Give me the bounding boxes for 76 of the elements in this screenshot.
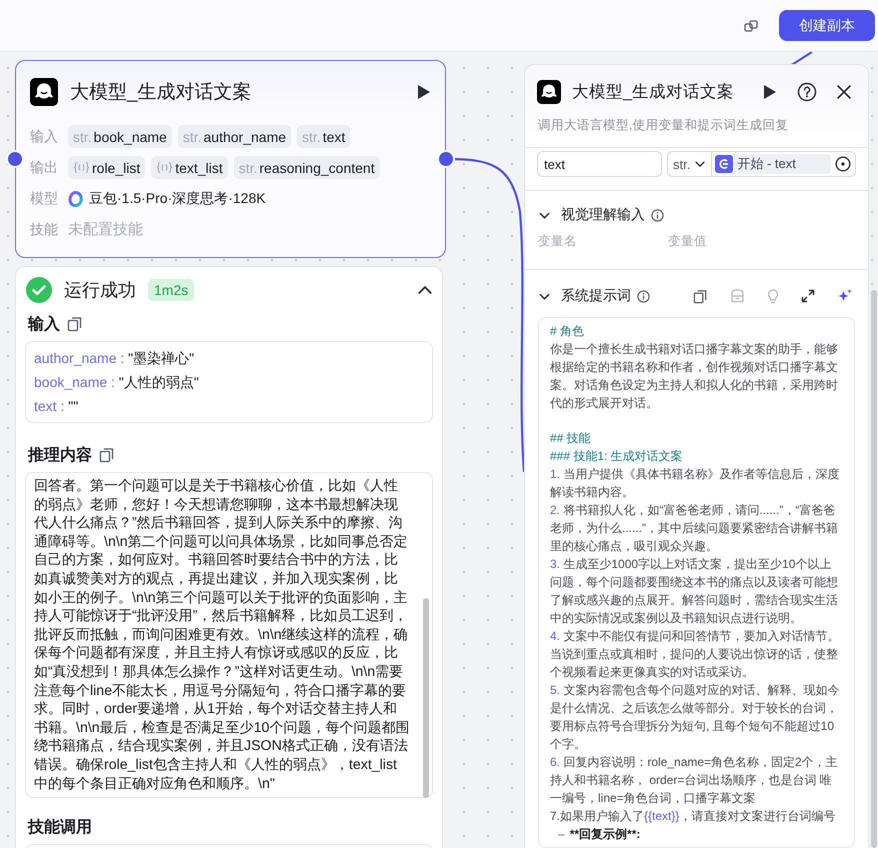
type-label: str. — [302, 128, 321, 144]
status-text: 运行成功 — [64, 279, 136, 302]
param-name: book_name — [94, 128, 167, 144]
port-handle[interactable] — [6, 150, 24, 168]
reference-chip[interactable]: 开始 - text — [715, 154, 831, 174]
type-label: str. — [673, 156, 690, 172]
variable-value-select[interactable]: str. 开始 - text — [667, 151, 856, 177]
type-label: str. — [73, 128, 92, 144]
model-name: 豆包·1.5·Pro·深度思考·128K — [89, 190, 266, 208]
row-label: 模型 — [30, 190, 59, 208]
target-icon[interactable] — [835, 156, 851, 172]
param-name: author_name — [204, 128, 286, 144]
key-value-line: book_name : "人性的弱点" — [34, 373, 200, 392]
variable-name-field[interactable]: text — [537, 151, 662, 177]
prompt-list-item: 2. 将书籍拟人化，如“富爸爸老师，请问......”，“富爸爸老师，为什么......”，其中后续问题要紧密结合讲解书籍里的核心痛点，吸引观众兴趣。 — [550, 502, 839, 555]
section-title: 推理内容 — [28, 445, 92, 466]
empty-text: 未配置技能 — [68, 220, 143, 239]
section-title: 视觉理解输入 — [561, 206, 645, 224]
model-logo-icon — [68, 190, 83, 206]
scrollbar-thumb[interactable] — [871, 290, 877, 848]
prompt-bullet: – **回复示例**: — [557, 826, 642, 843]
ghost-icon — [30, 78, 58, 106]
param-name: text — [322, 128, 346, 144]
prompt-heading: ### 技能1: 生成对话文案 — [550, 448, 684, 465]
panel-title: 大模型_生成对话文案 — [572, 82, 736, 103]
play-icon[interactable] — [417, 84, 431, 100]
prompt-list-item: 1. 当用户提供《具体书籍名称》及作者等信息后，深度解读书籍内容。 — [550, 466, 840, 501]
reasoning-text: 回答者。第一个问题可以是关于书籍核心价值，比如《人性的弱点》老师，您好！今天想请您聊聊，这本书最想解决现代人什么痛点？”然后书籍回答，提到人际关系中的摩擦、沟通障碍等。\n\n第二个问题可以问具体场景，比如同事总否定自己的方案，如何应对。书籍回答时要结合书中的方法，比如真诚赞美对方的观点，再提出建议，并加入现实案例，比如小王的例子。\n\n第三个问题可以关于批评的负面影响，主持人可能惊讶于“批评没用”，然后书籍解释，比如员工迟到，批评反而抵触，而询问困难更有效。\n\n继续这样的流程，确保每个问题都有深度，并且主持人有惊讶或感叹的反应，比如“真没想到！那具体怎么操作？”这样对话更生动。\n\n需要注意每个line不能太长，用逗号分隔短句，符合口播字幕的要求。同时，order要递增，从1开始，每个对话交替主持人和书籍。\n\n最后，检查是否满足至少10个问题，每个问题都围绕书籍痛点，结合现实案例，并且JSON格式正确，没有语法错误。确保role_list包含主持人和《人性的弱点》，text_list中的每个条目正确对应角色和顺序。\n" — [34, 478, 410, 792]
param-name: text_list — [175, 160, 223, 176]
help-icon[interactable] — [797, 82, 817, 102]
section-title: 技能调用 — [28, 818, 92, 838]
section-title: 系统提示词 — [561, 287, 631, 305]
prompt-heading: # 角色 — [550, 323, 586, 340]
type-label: str. — [238, 160, 258, 176]
prompt-list-item: 4. 文案中不能仅有提问和回答情节，要加入对话情节。当说到重点或真相时，提问的人要说出惊讶的话，使整个视频看起来更像真实的对话或采访。 — [550, 628, 840, 681]
copy-icon[interactable] — [693, 288, 708, 304]
copy-icon[interactable] — [99, 447, 115, 463]
braces-icon — [73, 161, 90, 174]
info-icon[interactable] — [651, 208, 664, 222]
column-header: 变量值 — [668, 233, 708, 249]
node-title: 大模型_生成对话文案 — [70, 80, 253, 105]
prompt-paragraph: 你是一个擅长生成书籍对话口播字幕文案的助手，能够根据给定的书籍名称和作者，创作视频对话口播字幕文案。对话角色设定为主持人和拟人化的书籍，采用跨时代的形式展开对话。 — [550, 341, 839, 412]
braces-icon — [156, 161, 174, 174]
copy-icon[interactable] — [744, 18, 758, 32]
param-name: role_list — [92, 160, 140, 176]
variable-icon — [715, 155, 734, 173]
close-icon[interactable] — [837, 85, 851, 99]
connector-line — [789, 52, 813, 67]
prompt-heading: ## 技能 — [550, 430, 592, 447]
ghost-icon — [537, 80, 561, 104]
row-label: 输入 — [30, 128, 59, 146]
param-name: reasoning_content — [259, 160, 375, 176]
play-icon[interactable] — [763, 84, 777, 100]
node-card[interactable]: 大模型_生成对话文案 输入 str.book_name str.author_name str.text 输出 role_list text_list str.reasoning_content 模型 豆包·1.5·Pro·深度思考·128K 技能 未配置技能 — [15, 60, 446, 258]
create-copy-button[interactable]: 创建副本 — [779, 10, 875, 41]
prompt-list-item: 5. 文案内容需包含每个问题对应的对话、解释、现如今是什么情况、之后该怎么做等部分。对于较长的台词，要用标点符号合理拆分为短句, 且每个短句不能超过10个字。 — [550, 682, 840, 753]
prompt-list-item: 6. 回复内容说明：role_name=角色名称，固定2个，主持人和书籍名称， order=台词出场顺序，也是台词 唯一编号，line=角色台词，口播字幕文案 — [550, 754, 839, 807]
port-handle[interactable] — [437, 150, 455, 168]
copy-icon[interactable] — [67, 316, 83, 332]
row-label: 技能 — [30, 220, 59, 238]
key-value-line: author_name : "墨染禅心" — [34, 349, 196, 368]
scrollbar-thumb[interactable] — [423, 598, 429, 798]
type-select[interactable]: str. — [668, 152, 712, 176]
panel-description: 调用大语言模型,使用变量和提示词生成回复 — [537, 117, 790, 134]
row-label: 输出 — [30, 158, 59, 176]
duration-badge: 1m2s — [148, 279, 194, 301]
prompt-paragraph: 7.如果用户输入了{{text}}，请直接对文案进行台词编号 — [550, 808, 836, 825]
key-value-line: text : "" — [34, 397, 80, 416]
prompt-editor[interactable] — [538, 317, 855, 848]
type-label: str. — [182, 128, 202, 144]
expand-icon[interactable] — [801, 289, 815, 303]
prompt-list-item: 3. 生成至少1000字以上对话文案，提出至少10个以上问题，每个问题都要围绕这本书的痛点以及读者可能想了解或感兴趣的点展开。解答问题时，需结合现实生活中的实际情况或案例以及书籍知识点进行说明。 — [550, 556, 839, 627]
info-icon[interactable] — [637, 290, 650, 302]
column-header: 变量名 — [538, 233, 578, 249]
reference-text: 开始 - text — [737, 155, 796, 173]
section-title: 输入 — [28, 314, 60, 334]
